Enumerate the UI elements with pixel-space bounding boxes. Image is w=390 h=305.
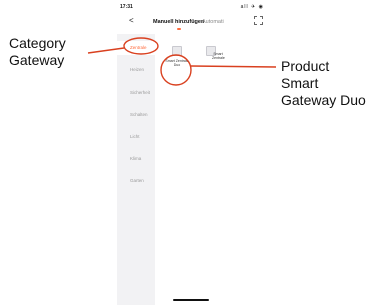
sidebar-item-heizen[interactable]: Heizen: [117, 63, 155, 77]
category-sidebar: Zentrale Heizen Sicherheit Schalten Lich…: [117, 34, 155, 305]
annotation-product-label: Product Smart Gateway Duo: [281, 58, 366, 109]
product-name: Smart Zentrale Duo: [165, 59, 189, 67]
status-time: 17:31: [120, 4, 133, 10]
sidebar-item-klima[interactable]: Klima: [117, 152, 155, 166]
back-arrow-icon[interactable]: <: [129, 16, 134, 25]
active-tab-indicator: [177, 28, 181, 30]
sidebar-item-garten[interactable]: Garten: [117, 174, 155, 188]
status-bar: 17:31 all ✈ ◉: [117, 4, 272, 14]
product-smart-zentrale[interactable]: Smart Zentrale: [198, 46, 225, 60]
product-name: Smart Zentrale: [212, 52, 225, 60]
product-smart-zentrale-duo[interactable]: Smart Zentrale Duo: [165, 46, 189, 67]
status-icons: all ✈ ◉: [240, 4, 264, 10]
top-navigation: < Manuell hinzufügen Automati: [117, 14, 272, 30]
sidebar-item-licht[interactable]: Licht: [117, 130, 155, 144]
home-indicator: [173, 299, 209, 301]
product-grid: Smart Zentrale Duo Smart Zentrale: [155, 34, 272, 305]
scan-icon[interactable]: [254, 16, 263, 25]
annotation-product-text: Product Smart Gateway Duo: [281, 58, 366, 108]
annotation-category-label: Category Gateway: [9, 35, 66, 69]
sidebar-item-schalten[interactable]: Schalten: [117, 108, 155, 122]
tab-automatic[interactable]: Automati: [202, 19, 224, 25]
phone-screen: 17:31 all ✈ ◉ < Manuell hinzufügen Autom…: [117, 0, 272, 305]
sidebar-item-zentrale[interactable]: Zentrale: [117, 41, 155, 55]
annotation-category-text: Category Gateway: [9, 35, 66, 68]
tab-manual-add[interactable]: Manuell hinzufügen: [153, 19, 204, 25]
product-image: [172, 46, 182, 56]
sidebar-item-sicherheit[interactable]: Sicherheit: [117, 86, 155, 100]
